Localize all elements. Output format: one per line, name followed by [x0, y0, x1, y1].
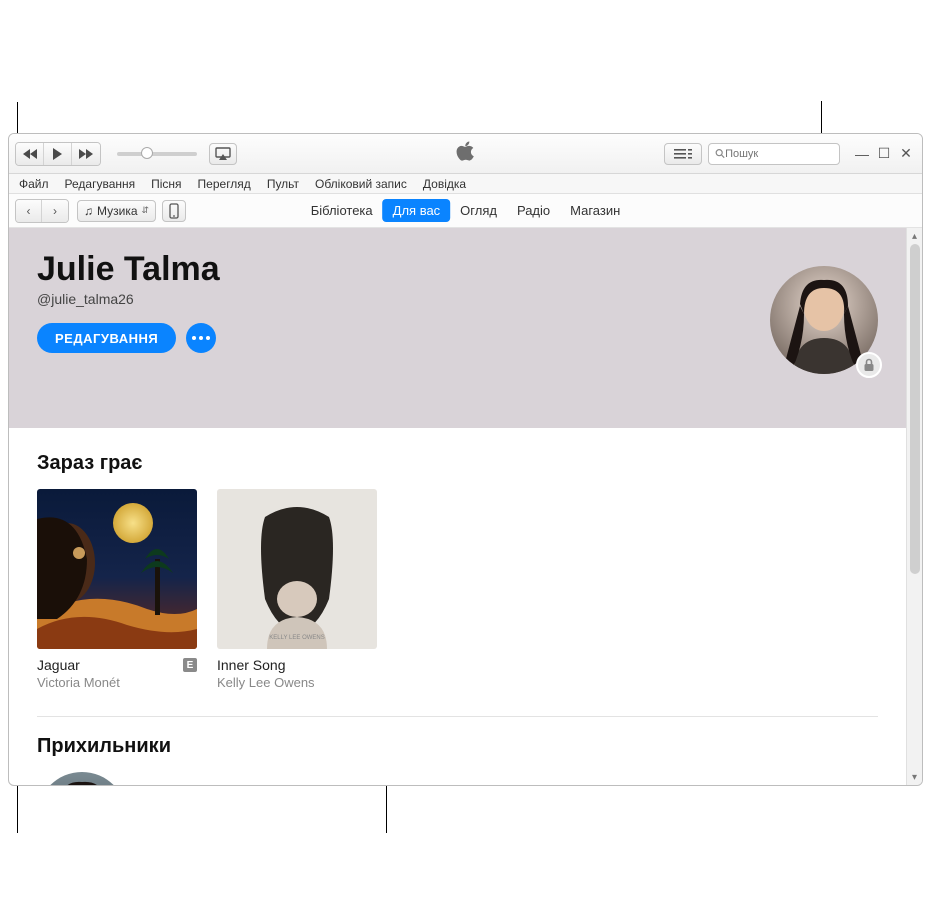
scroll-down-button[interactable]: ▾ — [907, 769, 922, 785]
album-card[interactable]: KELLY LEE OWENS Inner Song Kelly Lee Owe… — [217, 489, 377, 690]
nav-history-buttons: ‹ › — [15, 199, 69, 223]
album-card[interactable]: Jaguar E Victoria Monét — [37, 489, 197, 690]
menu-account[interactable]: Обліковий запис — [307, 177, 415, 191]
minimize-button[interactable]: — — [856, 148, 868, 160]
menu-song[interactable]: Пісня — [143, 177, 189, 191]
search-icon — [715, 148, 725, 159]
device-button[interactable] — [162, 200, 186, 222]
menu-file[interactable]: Файл — [11, 177, 57, 191]
explicit-badge: E — [183, 658, 197, 672]
media-type-select[interactable]: ♫ Музика ⇵ — [77, 200, 156, 222]
play-button[interactable] — [44, 143, 72, 165]
more-options-button[interactable] — [186, 323, 216, 353]
followers-heading: Прихильники — [37, 735, 878, 758]
volume-knob[interactable] — [141, 147, 153, 159]
album-artist: Kelly Lee Owens — [217, 675, 377, 690]
vertical-scrollbar[interactable]: ▴ ▾ — [906, 228, 922, 785]
menu-controls[interactable]: Пульт — [259, 177, 307, 191]
edit-profile-button[interactable]: РЕДАГУВАННЯ — [37, 323, 176, 353]
menu-view[interactable]: Перегляд — [190, 177, 259, 191]
back-button[interactable]: ‹ — [16, 200, 42, 222]
tab-library[interactable]: Бібліотека — [301, 199, 383, 222]
section-tabs: Бібліотека Для вас Огляд Радіо Магазин — [301, 199, 631, 222]
previous-button[interactable] — [16, 143, 44, 165]
airplay-button[interactable] — [209, 143, 237, 165]
next-button[interactable] — [72, 143, 100, 165]
profile-avatar-container[interactable] — [770, 266, 878, 374]
search-field[interactable] — [708, 143, 840, 165]
album-title: Jaguar — [37, 657, 80, 673]
up-next-button[interactable] — [664, 143, 702, 165]
tab-browse[interactable]: Огляд — [450, 199, 507, 222]
album-artist: Victoria Monét — [37, 675, 197, 690]
privacy-lock-icon — [856, 352, 882, 378]
music-note-icon: ♫ — [84, 204, 93, 218]
album-art: KELLY LEE OWENS — [217, 489, 377, 649]
profile-body: Зараз грає — [9, 428, 906, 785]
follower-avatar[interactable] — [37, 772, 127, 785]
scroll-up-button[interactable]: ▴ — [907, 228, 922, 244]
forward-button[interactable]: › — [42, 200, 68, 222]
profile-name: Julie Talma — [37, 250, 878, 289]
profile-handle: @julie_talma26 — [37, 291, 878, 307]
close-button[interactable]: ✕ — [900, 148, 912, 160]
player-controls-bar: — ☐ ✕ — [9, 134, 922, 174]
profile-header: Julie Talma @julie_talma26 РЕДАГУВАННЯ — [9, 228, 906, 428]
tab-radio[interactable]: Радіо — [507, 199, 560, 222]
menu-bar: Файл Редагування Пісня Перегляд Пульт Об… — [9, 174, 922, 194]
chevron-updown-icon: ⇵ — [142, 205, 150, 216]
menu-help[interactable]: Довідка — [415, 177, 474, 191]
album-row: Jaguar E Victoria Monét KELLY LEE — [37, 489, 878, 690]
tab-store[interactable]: Магазин — [560, 199, 630, 222]
svg-text:KELLY LEE OWENS: KELLY LEE OWENS — [269, 635, 324, 641]
tab-for-you[interactable]: Для вас — [383, 199, 451, 222]
maximize-button[interactable]: ☐ — [878, 148, 890, 160]
apple-logo-icon — [456, 140, 476, 168]
more-icon — [192, 336, 210, 340]
album-title: Inner Song — [217, 657, 286, 673]
section-divider — [37, 716, 878, 717]
album-art — [37, 489, 197, 649]
scroll-thumb[interactable] — [910, 244, 920, 574]
now-playing-heading: Зараз грає — [37, 452, 878, 475]
playback-button-group — [15, 142, 101, 166]
navigation-bar: ‹ › ♫ Музика ⇵ Бібліотека Для вас Огляд … — [9, 194, 922, 228]
app-window: — ☐ ✕ Файл Редагування Пісня Перегляд Пу… — [8, 133, 923, 786]
media-type-label: Музика — [97, 204, 138, 218]
content-area: Julie Talma @julie_talma26 РЕДАГУВАННЯ — [9, 228, 906, 785]
volume-slider[interactable] — [117, 152, 197, 156]
menu-edit[interactable]: Редагування — [57, 177, 144, 191]
search-input[interactable] — [725, 148, 833, 160]
